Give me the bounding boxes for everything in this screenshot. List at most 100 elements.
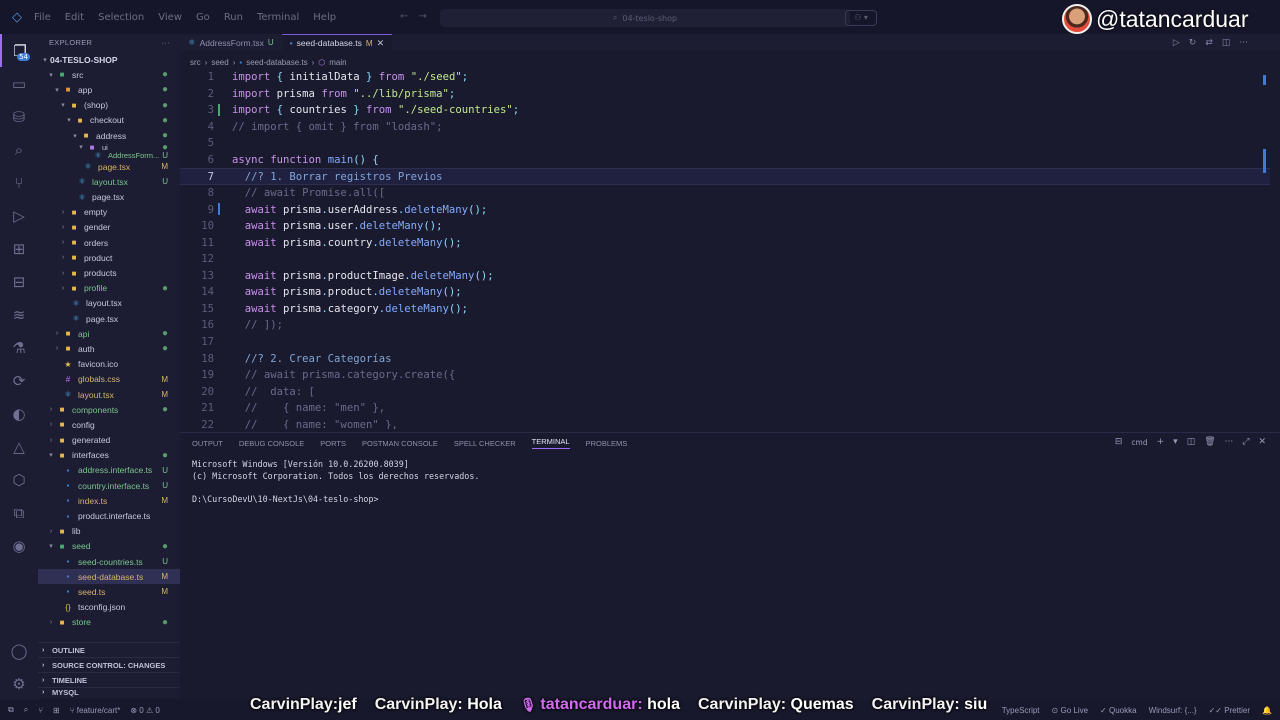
tree-item[interactable]: ⚛ page.tsx M — [38, 159, 180, 174]
tree-item[interactable]: ▾ ■ src ● — [38, 67, 180, 82]
tree-item[interactable]: ⚛ AddressForm... U — [38, 151, 180, 159]
tab-postman-console[interactable]: POSTMAN CONSOLE — [362, 439, 438, 448]
compare-icon[interactable]: ⇄ — [1205, 38, 1213, 48]
tree-item[interactable]: ▾ ■ (shop) ● — [38, 98, 180, 113]
gitlens-icon[interactable]: ◐ — [0, 397, 38, 430]
more-actions-icon[interactable]: ··· — [1225, 437, 1234, 447]
tree-item[interactable]: ▪ address.interface.ts U — [38, 463, 180, 478]
menu-selection[interactable]: Selection — [98, 12, 144, 23]
tab-addressform[interactable]: ⚛ AddressForm.tsx U — [180, 34, 282, 51]
tree-item[interactable]: › ■ gender — [38, 220, 180, 235]
menu-terminal[interactable]: Terminal — [257, 12, 299, 23]
database-icon[interactable]: ⛁ — [0, 100, 38, 133]
branch-status[interactable]: ⑂ feature/cart* — [70, 706, 121, 715]
tree-item[interactable]: › ■ api ● — [38, 326, 180, 341]
tab-output[interactable]: OUTPUT — [192, 439, 223, 448]
tree-item[interactable]: ⚛ layout.tsx U — [38, 174, 180, 189]
tree-item[interactable]: ▾ ■ checkout ● — [38, 113, 180, 128]
tree-item[interactable]: › ■ config — [38, 417, 180, 432]
maximize-panel-icon[interactable]: ⤢ — [1242, 437, 1249, 447]
extensions-icon[interactable]: ⊞ — [0, 232, 38, 265]
menu-view[interactable]: View — [158, 12, 182, 23]
tree-item[interactable]: ⚛ page.tsx — [38, 311, 180, 326]
tree-item[interactable]: › ■ empty — [38, 205, 180, 220]
tree-item[interactable]: › ■ products — [38, 265, 180, 280]
gear-icon[interactable]: ⚙ — [0, 667, 38, 700]
source-control-changes-section[interactable]: › SOURCE CONTROL: CHANGES — [38, 657, 180, 672]
tree-item[interactable]: ▾ ■ seed ● — [38, 539, 180, 554]
remote-icon[interactable]: ⧉ — [8, 705, 14, 715]
mysql-section[interactable]: › MYSQL — [38, 687, 180, 697]
layout-icon[interactable]: ⊞ — [53, 706, 60, 715]
windsurf-icon[interactable]: ≋ — [0, 298, 38, 331]
breadcrumb-item[interactable]: seed-database.ts — [246, 58, 307, 67]
tree-item[interactable]: ▪ seed-countries.ts U — [38, 554, 180, 569]
go-live-button[interactable]: ⊙ Go Live — [1052, 706, 1089, 715]
new-terminal-icon[interactable]: + — [1157, 437, 1165, 447]
tree-item[interactable]: ★ favicon.ico — [38, 357, 180, 372]
tree-item[interactable]: ▪ seed.ts M — [38, 584, 180, 599]
terminal-shell-label[interactable]: cmd — [1131, 438, 1147, 447]
outline-section[interactable]: › OUTLINE — [38, 642, 180, 657]
project-root[interactable]: ▾ 04-TESLO-SHOP — [38, 52, 180, 67]
tree-item[interactable]: › ■ components ● — [38, 402, 180, 417]
tab-spell-checker[interactable]: SPELL CHECKER — [454, 439, 516, 448]
tree-item[interactable]: {} tsconfig.json — [38, 600, 180, 615]
nav-arrows-icon[interactable]: ←→ — [400, 11, 437, 22]
code-editor[interactable]: 1 import { initialData } from "./seed"; 2… — [180, 69, 1270, 429]
menu-go[interactable]: Go — [196, 12, 210, 23]
tree-item[interactable]: ⚛ page.tsx — [38, 190, 180, 205]
tree-item[interactable]: › ■ lib — [38, 524, 180, 539]
postman-icon[interactable]: ⟳ — [0, 364, 38, 397]
explorer-icon[interactable]: ❐ 54 — [0, 34, 38, 67]
container-icon[interactable]: ⬡ — [0, 463, 38, 496]
menu-help[interactable]: Help — [313, 12, 336, 23]
folder-icon[interactable]: ▭ — [0, 67, 38, 100]
menu-edit[interactable]: Edit — [65, 12, 84, 23]
remote-icon[interactable]: ⊟ — [0, 265, 38, 298]
close-icon[interactable]: ✕ — [377, 38, 385, 49]
split-terminal-icon[interactable]: ◫ — [1187, 437, 1196, 447]
bell-icon[interactable]: 🔔 — [1262, 706, 1272, 715]
tab-debug-console[interactable]: DEBUG CONSOLE — [239, 439, 304, 448]
breadcrumb-item[interactable]: main — [329, 58, 346, 67]
tree-item-selected[interactable]: ▪ seed-database.ts M — [38, 569, 180, 585]
tab-ports[interactable]: PORTS — [320, 439, 346, 448]
tree-item[interactable]: › ■ product — [38, 250, 180, 265]
timeline-section[interactable]: › TIMELINE — [38, 672, 180, 687]
menu-file[interactable]: File — [34, 12, 51, 23]
terminal-output[interactable]: Microsoft Windows [Versión 10.0.26200.80… — [180, 453, 1280, 511]
menu-run[interactable]: Run — [224, 12, 243, 23]
trash-icon[interactable]: 🗑 — [1204, 437, 1215, 447]
breadcrumb-item[interactable]: seed — [211, 58, 228, 67]
tree-item[interactable]: ⚛ layout.tsx — [38, 296, 180, 311]
tree-item[interactable]: ▾ ■ interfaces ● — [38, 448, 180, 463]
quokka-icon[interactable]: ⧉ — [0, 496, 38, 529]
tab-seed-database[interactable]: ▪ seed-database.ts M ✕ — [281, 34, 393, 51]
windsurf-status[interactable]: Windsurf: {...} — [1149, 706, 1197, 715]
github-icon[interactable]: ◉ — [0, 529, 38, 562]
tree-item[interactable]: › ■ generated — [38, 433, 180, 448]
chevron-down-icon[interactable]: ▾ — [1173, 437, 1178, 447]
tree-item[interactable]: # globals.css M — [38, 372, 180, 387]
tab-problems[interactable]: PROBLEMS — [586, 439, 628, 448]
source-control-icon[interactable]: ⑂ — [0, 166, 38, 199]
breadcrumb-item[interactable]: src — [190, 58, 201, 67]
tree-item[interactable]: › ■ orders — [38, 235, 180, 250]
minimap-scrollbar[interactable] — [1256, 69, 1270, 429]
tree-item[interactable]: ▾ ■ app ● — [38, 82, 180, 97]
search-icon[interactable]: ⌕ — [0, 133, 38, 166]
more-actions-icon[interactable]: ··· — [162, 38, 170, 47]
testing-icon[interactable]: ⚗ — [0, 331, 38, 364]
docker-icon[interactable]: △ — [0, 430, 38, 463]
more-actions-icon[interactable]: ··· — [1239, 38, 1248, 48]
run-debug-icon[interactable]: ▷ — [0, 199, 38, 232]
copilot-icon[interactable]: ⚇ ▾ — [845, 10, 877, 26]
language-mode[interactable]: TypeScript — [1002, 706, 1040, 715]
tab-terminal[interactable]: TERMINAL — [531, 437, 570, 449]
command-center[interactable]: ⌕ 04-teslo-shop — [440, 9, 850, 27]
tree-item[interactable]: ⚛ layout.tsx M — [38, 387, 180, 402]
search-icon[interactable]: ⌕ — [24, 705, 28, 715]
tree-item[interactable]: › ■ store ● — [38, 615, 180, 630]
tree-item[interactable]: ▾ ■ ui ● — [38, 142, 180, 153]
